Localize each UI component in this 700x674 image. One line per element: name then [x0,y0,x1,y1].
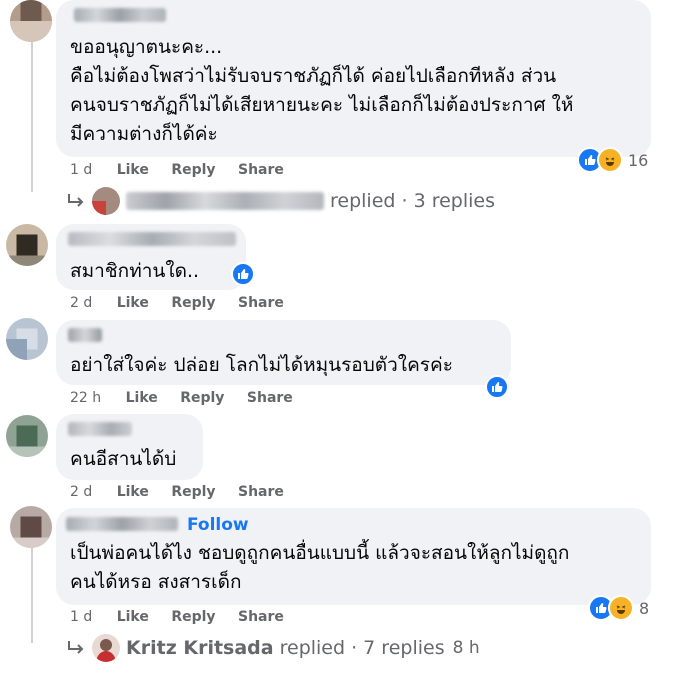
reply-arrow-icon [68,641,84,654]
replies-summary: replied · 3 replies [330,190,495,212]
reply-author-name[interactable]: Kritz Kritsada [126,637,274,659]
view-replies-link[interactable]: Kritz Kritsada replied · 7 replies 8 h [66,634,480,662]
commenter-name-blurred[interactable] [74,8,166,22]
avatar[interactable] [6,224,48,266]
avatar[interactable] [6,415,48,457]
reaction-summary[interactable]: 8 [588,595,649,621]
reply-author-blurred [126,192,324,210]
commenter-name-blurred[interactable] [68,328,102,342]
reaction-count: 8 [639,598,650,618]
comment-time[interactable]: 1 d [70,609,92,625]
comment-actions: 1 d Like Reply Share [70,609,284,625]
comment-actions: 22 h Like Reply Share [70,390,293,406]
comment-text-line: คนได้หรอ สงสารเด็ก [70,571,242,593]
comment-actions: 1 d Like Reply Share [70,162,284,178]
share-button[interactable]: Share [238,609,284,625]
reaction-count: 16 [628,150,649,170]
avatar[interactable] [10,506,52,548]
share-button[interactable]: Share [247,390,293,406]
reply-button[interactable]: Reply [171,295,215,311]
share-button[interactable]: Share [238,162,284,178]
replies-time: 8 h [452,638,480,658]
comment-text-line: สมาชิกท่านใด.. [70,260,200,282]
reply-button[interactable]: Reply [171,609,215,625]
comment-actions: 2 d Like Reply Share [70,484,284,500]
comment-text-line: ขออนุญาตนะคะ... [70,36,223,58]
reply-button[interactable]: Reply [171,162,215,178]
comment-time[interactable]: 2 d [70,484,92,500]
share-button[interactable]: Share [238,484,284,500]
comment-text-line: เป็นพ่อคนได้ไง ชอบดูถูกคนอื่นแบบนี้ แล้ว… [70,542,570,564]
replies-summary: replied · 7 replies [279,637,445,659]
like-button[interactable]: Like [117,295,149,311]
comment-time[interactable]: 1 d [70,162,92,178]
view-replies-link[interactable]: replied · 3 replies [66,187,495,215]
comment-text-line: มีความต่างก็ได้ค่ะ [70,123,218,145]
commenter-name-blurred[interactable] [66,517,178,531]
like-button[interactable]: Like [117,162,149,178]
top-fan-badge-icon [485,375,509,399]
thread-line [31,42,33,192]
comment-text-line: คือไม่ต้องโพสว่าไม่รับจบราชภัฏก็ได้ ค่อย… [70,65,557,87]
reply-button[interactable]: Reply [171,484,215,500]
like-button[interactable]: Like [117,609,149,625]
commenter-name-blurred[interactable] [68,232,236,246]
like-button[interactable]: Like [117,484,149,500]
share-button[interactable]: Share [238,295,284,311]
haha-reaction-icon [608,595,634,621]
comment-time[interactable]: 2 d [70,295,92,311]
top-fan-badge-icon [231,262,255,286]
comment-text-line: อย่าใส่ใจค่ะ ปล่อย โลกไม่ได้หมุนรอบตัวใค… [70,354,453,376]
avatar [92,187,120,215]
reply-arrow-icon [68,194,84,207]
comment-text-line: คนอีสานได้บ่ [70,448,177,470]
avatar[interactable] [10,0,52,42]
haha-reaction-icon [597,147,623,173]
reaction-summary[interactable]: 16 [577,147,648,173]
like-button[interactable]: Like [126,390,158,406]
follow-button[interactable]: Follow [187,515,249,535]
avatar[interactable] [6,318,48,360]
thread-line [31,548,33,643]
avatar [92,634,120,662]
comment-text-line: คนจบราชภัฏก็ไม่ได้เสียหายนะคะ ไม่เลือกก็… [70,94,574,116]
commenter-name-blurred[interactable] [68,422,132,436]
comment-actions: 2 d Like Reply Share [70,295,284,311]
comment-time[interactable]: 22 h [70,390,101,406]
reply-button[interactable]: Reply [180,390,224,406]
